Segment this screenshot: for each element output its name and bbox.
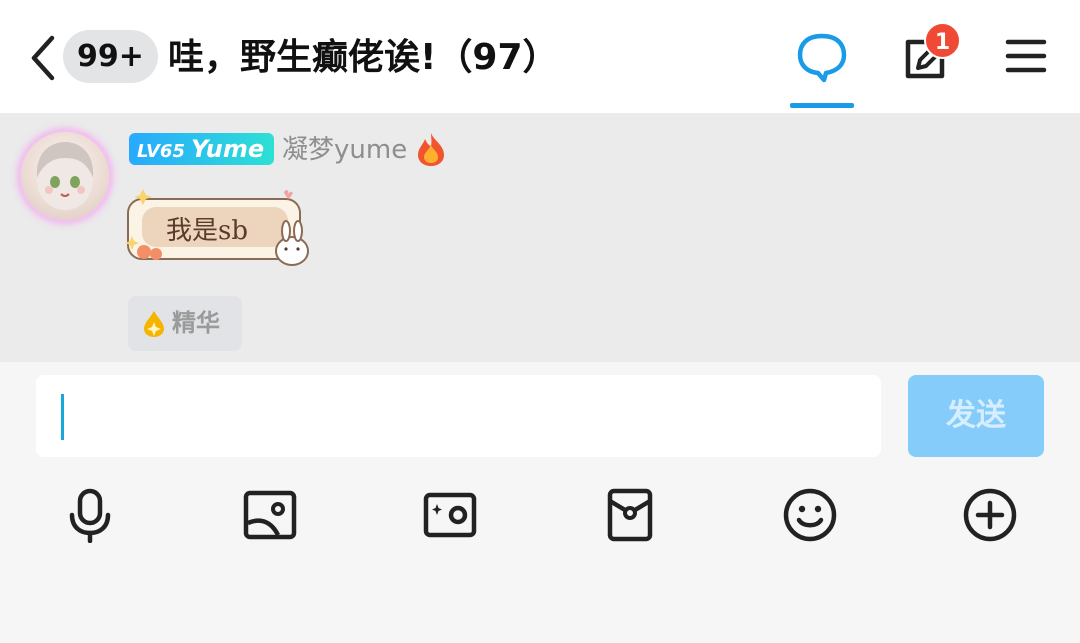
image-icon[interactable] <box>242 487 298 543</box>
camera-icon[interactable] <box>422 487 478 543</box>
composer: 发送 <box>0 362 1080 643</box>
chat-bubble-icon[interactable] <box>790 30 854 86</box>
menu-icon[interactable] <box>1004 36 1048 76</box>
sticker-text: 我是sb <box>166 216 248 246</box>
top-bar: 99+ 哇，野生癫佬诶!（97） 1 <box>0 0 1080 113</box>
essence-drop-icon <box>142 310 166 338</box>
red-envelope-icon[interactable] <box>602 487 658 543</box>
text-caret <box>61 394 64 440</box>
microphone-icon[interactable] <box>62 487 118 543</box>
message-input[interactable] <box>36 375 881 457</box>
notification-badge: 1 <box>924 22 961 59</box>
back-icon[interactable] <box>22 34 62 82</box>
level-prefix: LV65 <box>137 141 185 162</box>
fire-icon <box>414 131 448 167</box>
plus-icon[interactable] <box>962 487 1018 543</box>
unread-count-badge[interactable]: 99+ <box>63 30 158 83</box>
essence-tag[interactable]: 精华 <box>128 296 242 351</box>
group-title: 哇，野生癫佬诶!（97） <box>168 37 559 78</box>
level-name: Yume <box>190 135 265 163</box>
emoji-icon[interactable] <box>782 487 838 543</box>
message-list: LV65 Yume 凝梦yume 我是sb 精华 <box>0 113 1080 362</box>
send-button[interactable]: 发送 <box>908 375 1044 457</box>
avatar[interactable] <box>18 129 112 223</box>
essence-label: 精华 <box>172 309 220 337</box>
level-badge: LV65 Yume <box>129 133 275 165</box>
sender-nickname[interactable]: 凝梦yume <box>282 133 407 167</box>
active-tab-indicator <box>790 103 854 108</box>
